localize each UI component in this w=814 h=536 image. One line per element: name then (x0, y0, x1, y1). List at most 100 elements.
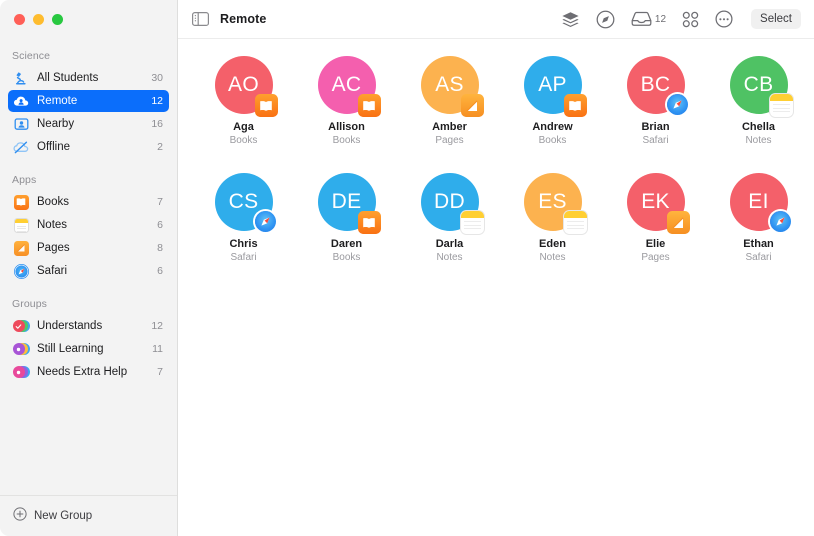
books-badge-icon (563, 94, 587, 117)
books-badge-icon (357, 94, 381, 117)
safari-badge-icon (666, 94, 688, 115)
avatar-wrap: DD (420, 173, 484, 234)
sidebar-item-nearby[interactable]: Nearby 16 (8, 113, 169, 135)
sidebar-item-label: Nearby (37, 118, 75, 130)
sidebar-item-needs-extra-help[interactable]: Needs Extra Help 7 (8, 361, 169, 383)
new-group-label: New Group (34, 510, 93, 522)
student-app: Safari (230, 252, 257, 263)
sidebar-item-safari[interactable]: Safari 6 (8, 260, 169, 282)
student-name: Eden (539, 238, 566, 250)
sidebar-item-notes[interactable]: Notes 6 (8, 214, 169, 236)
student-card[interactable]: DE Daren Books (295, 173, 398, 264)
sidebar-item-still-learning[interactable]: Still Learning 11 (8, 338, 169, 360)
books-badge-icon (357, 211, 381, 234)
student-app: Books (229, 135, 258, 146)
student-card[interactable]: BC Brian Safari (604, 56, 707, 147)
sidebar-item-label: Remote (37, 95, 78, 107)
student-card[interactable]: EI Ethan Safari (707, 173, 810, 264)
group-icon (12, 340, 31, 358)
sidebar-item-label: Needs Extra Help (37, 366, 128, 378)
student-card[interactable]: CS Chris Safari (192, 173, 295, 264)
student-name: Brian (641, 121, 670, 133)
sidebar-item-label: Offline (37, 141, 71, 153)
sidebar-item-all-students[interactable]: All Students 30 (8, 67, 169, 89)
students-grid: AO Aga Books AC Allison Books AS Amber P… (178, 56, 814, 264)
pages-badge-icon (666, 211, 690, 234)
sidebar: Science All Students 30 Remote 12 Nearby… (0, 0, 178, 536)
ellipsis-circle-icon[interactable] (715, 10, 733, 28)
student-app: Books (332, 135, 361, 146)
select-button[interactable]: Select (751, 9, 801, 29)
sidebar-section-title-science: Science (12, 50, 51, 62)
student-card[interactable]: CB Chella Notes (707, 56, 810, 147)
sidebar-item-label: All Students (37, 72, 99, 84)
person-frame-icon (12, 115, 30, 133)
notes-badge-icon (460, 211, 484, 234)
sidebar-item-remote[interactable]: Remote 12 (8, 90, 169, 112)
student-card[interactable]: DD Darla Notes (398, 173, 501, 264)
inbox-icon[interactable]: 12 (631, 11, 666, 27)
student-app: Safari (745, 252, 772, 263)
avatar-wrap: EK (626, 173, 690, 234)
sidebar-item-count: 2 (157, 141, 163, 153)
zoom-button[interactable] (52, 14, 63, 25)
safari-badge-icon (769, 211, 791, 232)
student-name: Aga (233, 121, 254, 133)
sidebar-toggle-icon[interactable] (192, 12, 209, 26)
sidebar-item-count: 16 (151, 118, 163, 130)
student-card[interactable]: AS Amber Pages (398, 56, 501, 147)
compass-icon[interactable] (596, 10, 615, 29)
student-app: Notes (745, 135, 772, 146)
minimize-button[interactable] (33, 14, 44, 25)
sidebar-item-count: 30 (151, 72, 163, 84)
student-name: Daren (330, 238, 363, 250)
student-app: Notes (436, 252, 463, 263)
layers-icon[interactable] (561, 11, 580, 28)
student-name: Allison (328, 121, 365, 133)
student-app: Pages (435, 135, 464, 146)
cloud-slash-icon (12, 138, 30, 156)
sidebar-item-label: Pages (37, 242, 70, 254)
sidebar-item-count: 6 (157, 265, 163, 277)
sidebar-item-label: Safari (37, 265, 68, 277)
sidebar-section-title-apps: Apps (12, 174, 37, 186)
student-card[interactable]: EK Elie Pages (604, 173, 707, 264)
sidebar-item-books[interactable]: Books 7 (8, 191, 169, 213)
student-card[interactable]: AO Aga Books (192, 56, 295, 147)
sidebar-item-pages[interactable]: Pages 8 (8, 237, 169, 259)
books-app-icon (12, 193, 30, 211)
student-app: Pages (641, 252, 670, 263)
new-group-button[interactable]: New Group (13, 506, 93, 526)
notes-badge-icon (563, 211, 587, 234)
sidebar-item-label: Books (37, 196, 69, 208)
sidebar-item-count: 12 (151, 320, 163, 332)
group-icon (12, 317, 31, 335)
student-app: Notes (539, 252, 566, 263)
sidebar-item-label: Notes (37, 219, 68, 231)
student-name: Elie (645, 238, 666, 250)
student-card[interactable]: ES Eden Notes (501, 173, 604, 264)
sidebar-item-understands[interactable]: Understands 12 (8, 315, 169, 337)
grid-apps-icon[interactable] (682, 11, 699, 28)
close-button[interactable] (14, 14, 25, 25)
student-name: Amber (432, 121, 467, 133)
toolbar: Remote 12 Select (178, 0, 814, 39)
student-card[interactable]: AC Allison Books (295, 56, 398, 147)
avatar-wrap: DE (317, 173, 381, 234)
safari-app-icon (12, 262, 30, 280)
sidebar-item-offline[interactable]: Offline 2 (8, 136, 169, 158)
student-card[interactable]: AP Andrew Books (501, 56, 604, 147)
plus-circle-icon (13, 506, 27, 526)
student-app: Safari (642, 135, 669, 146)
page-title: Remote (220, 12, 267, 26)
books-badge-icon (254, 94, 278, 117)
sidebar-list: Science All Students 30 Remote 12 Nearby… (0, 38, 177, 495)
avatar-wrap: AP (523, 56, 587, 117)
avatar-wrap: AS (420, 56, 484, 117)
avatar-wrap: BC (626, 56, 688, 115)
student-name: Ethan (743, 238, 774, 250)
sidebar-item-count: 7 (157, 196, 163, 208)
window-controls (0, 0, 177, 38)
cloud-person-icon (12, 92, 30, 110)
